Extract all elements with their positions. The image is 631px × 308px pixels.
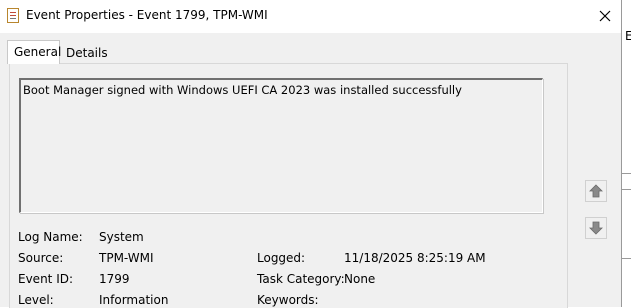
- log-name-label: Log Name:: [18, 230, 83, 244]
- source-label: Source:: [18, 251, 64, 265]
- event-id-label: Event ID:: [18, 272, 74, 286]
- event-properties-window: Event Properties - Event 1799, TPM-WMI G…: [0, 0, 622, 308]
- task-category-label: Task Category:: [257, 272, 345, 286]
- logged-label: Logged:: [257, 251, 306, 265]
- event-description[interactable]: Boot Manager signed with Windows UEFI CA…: [19, 78, 543, 213]
- arrow-up-icon: [589, 184, 603, 198]
- window-title: Event Properties - Event 1799, TPM-WMI: [26, 8, 268, 22]
- level-value[interactable]: Information: [99, 293, 168, 307]
- background-window-edge-text: E: [625, 29, 631, 43]
- background-window-divider: [621, 173, 631, 174]
- next-event-button[interactable]: [585, 217, 607, 239]
- logged-value[interactable]: 11/18/2025 8:25:19 AM: [344, 251, 486, 265]
- event-properties-icon: [7, 8, 19, 23]
- level-label: Level:: [18, 293, 54, 307]
- background-window-divider: [621, 258, 631, 259]
- title-bar: Event Properties - Event 1799, TPM-WMI: [0, 0, 621, 33]
- background-window-divider: [621, 189, 631, 190]
- tab-general[interactable]: General: [7, 40, 61, 64]
- tab-details[interactable]: Details: [60, 42, 114, 64]
- arrow-down-icon: [589, 221, 603, 235]
- source-value[interactable]: TPM-WMI: [99, 251, 154, 265]
- previous-event-button[interactable]: [585, 180, 607, 202]
- task-category-value[interactable]: None: [344, 272, 375, 286]
- log-name-value[interactable]: System: [99, 230, 144, 244]
- close-button[interactable]: [588, 3, 622, 29]
- event-id-value[interactable]: 1799: [99, 272, 130, 286]
- close-icon: [599, 10, 611, 22]
- keywords-label: Keywords:: [257, 293, 319, 307]
